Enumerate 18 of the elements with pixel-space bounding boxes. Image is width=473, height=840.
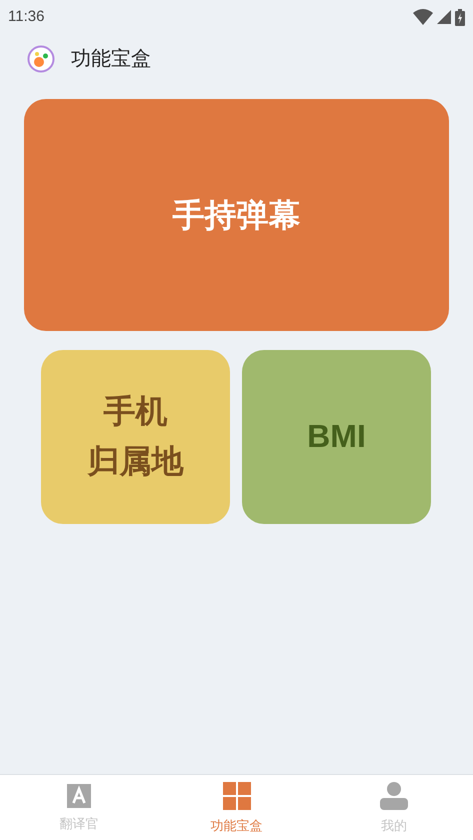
tile-label: 归属地 [88, 442, 184, 481]
battery-icon [455, 8, 465, 26]
grid-icon [222, 782, 250, 810]
tile-label: BMI [307, 417, 366, 456]
nav-tab[interactable]: 功能宝盒 [158, 780, 316, 836]
signal-icon [437, 10, 451, 24]
user-icon [380, 782, 408, 810]
wifi-icon [413, 9, 433, 25]
letter-a-icon [66, 784, 91, 808]
app-logo-icon [27, 45, 55, 73]
status-time: 11:36 [8, 6, 44, 27]
nav-tab[interactable]: 翻译官 [0, 782, 158, 834]
page-title: 功能宝盒 [71, 47, 151, 72]
feature-card[interactable]: 手持弹幕 [24, 99, 449, 331]
feature-tile[interactable]: BMI [242, 350, 431, 524]
feature-tile[interactable]: 手机 归属地 [41, 350, 230, 524]
nav-tab[interactable]: 我的 [315, 780, 473, 836]
tile-label: 手机 [104, 392, 168, 432]
